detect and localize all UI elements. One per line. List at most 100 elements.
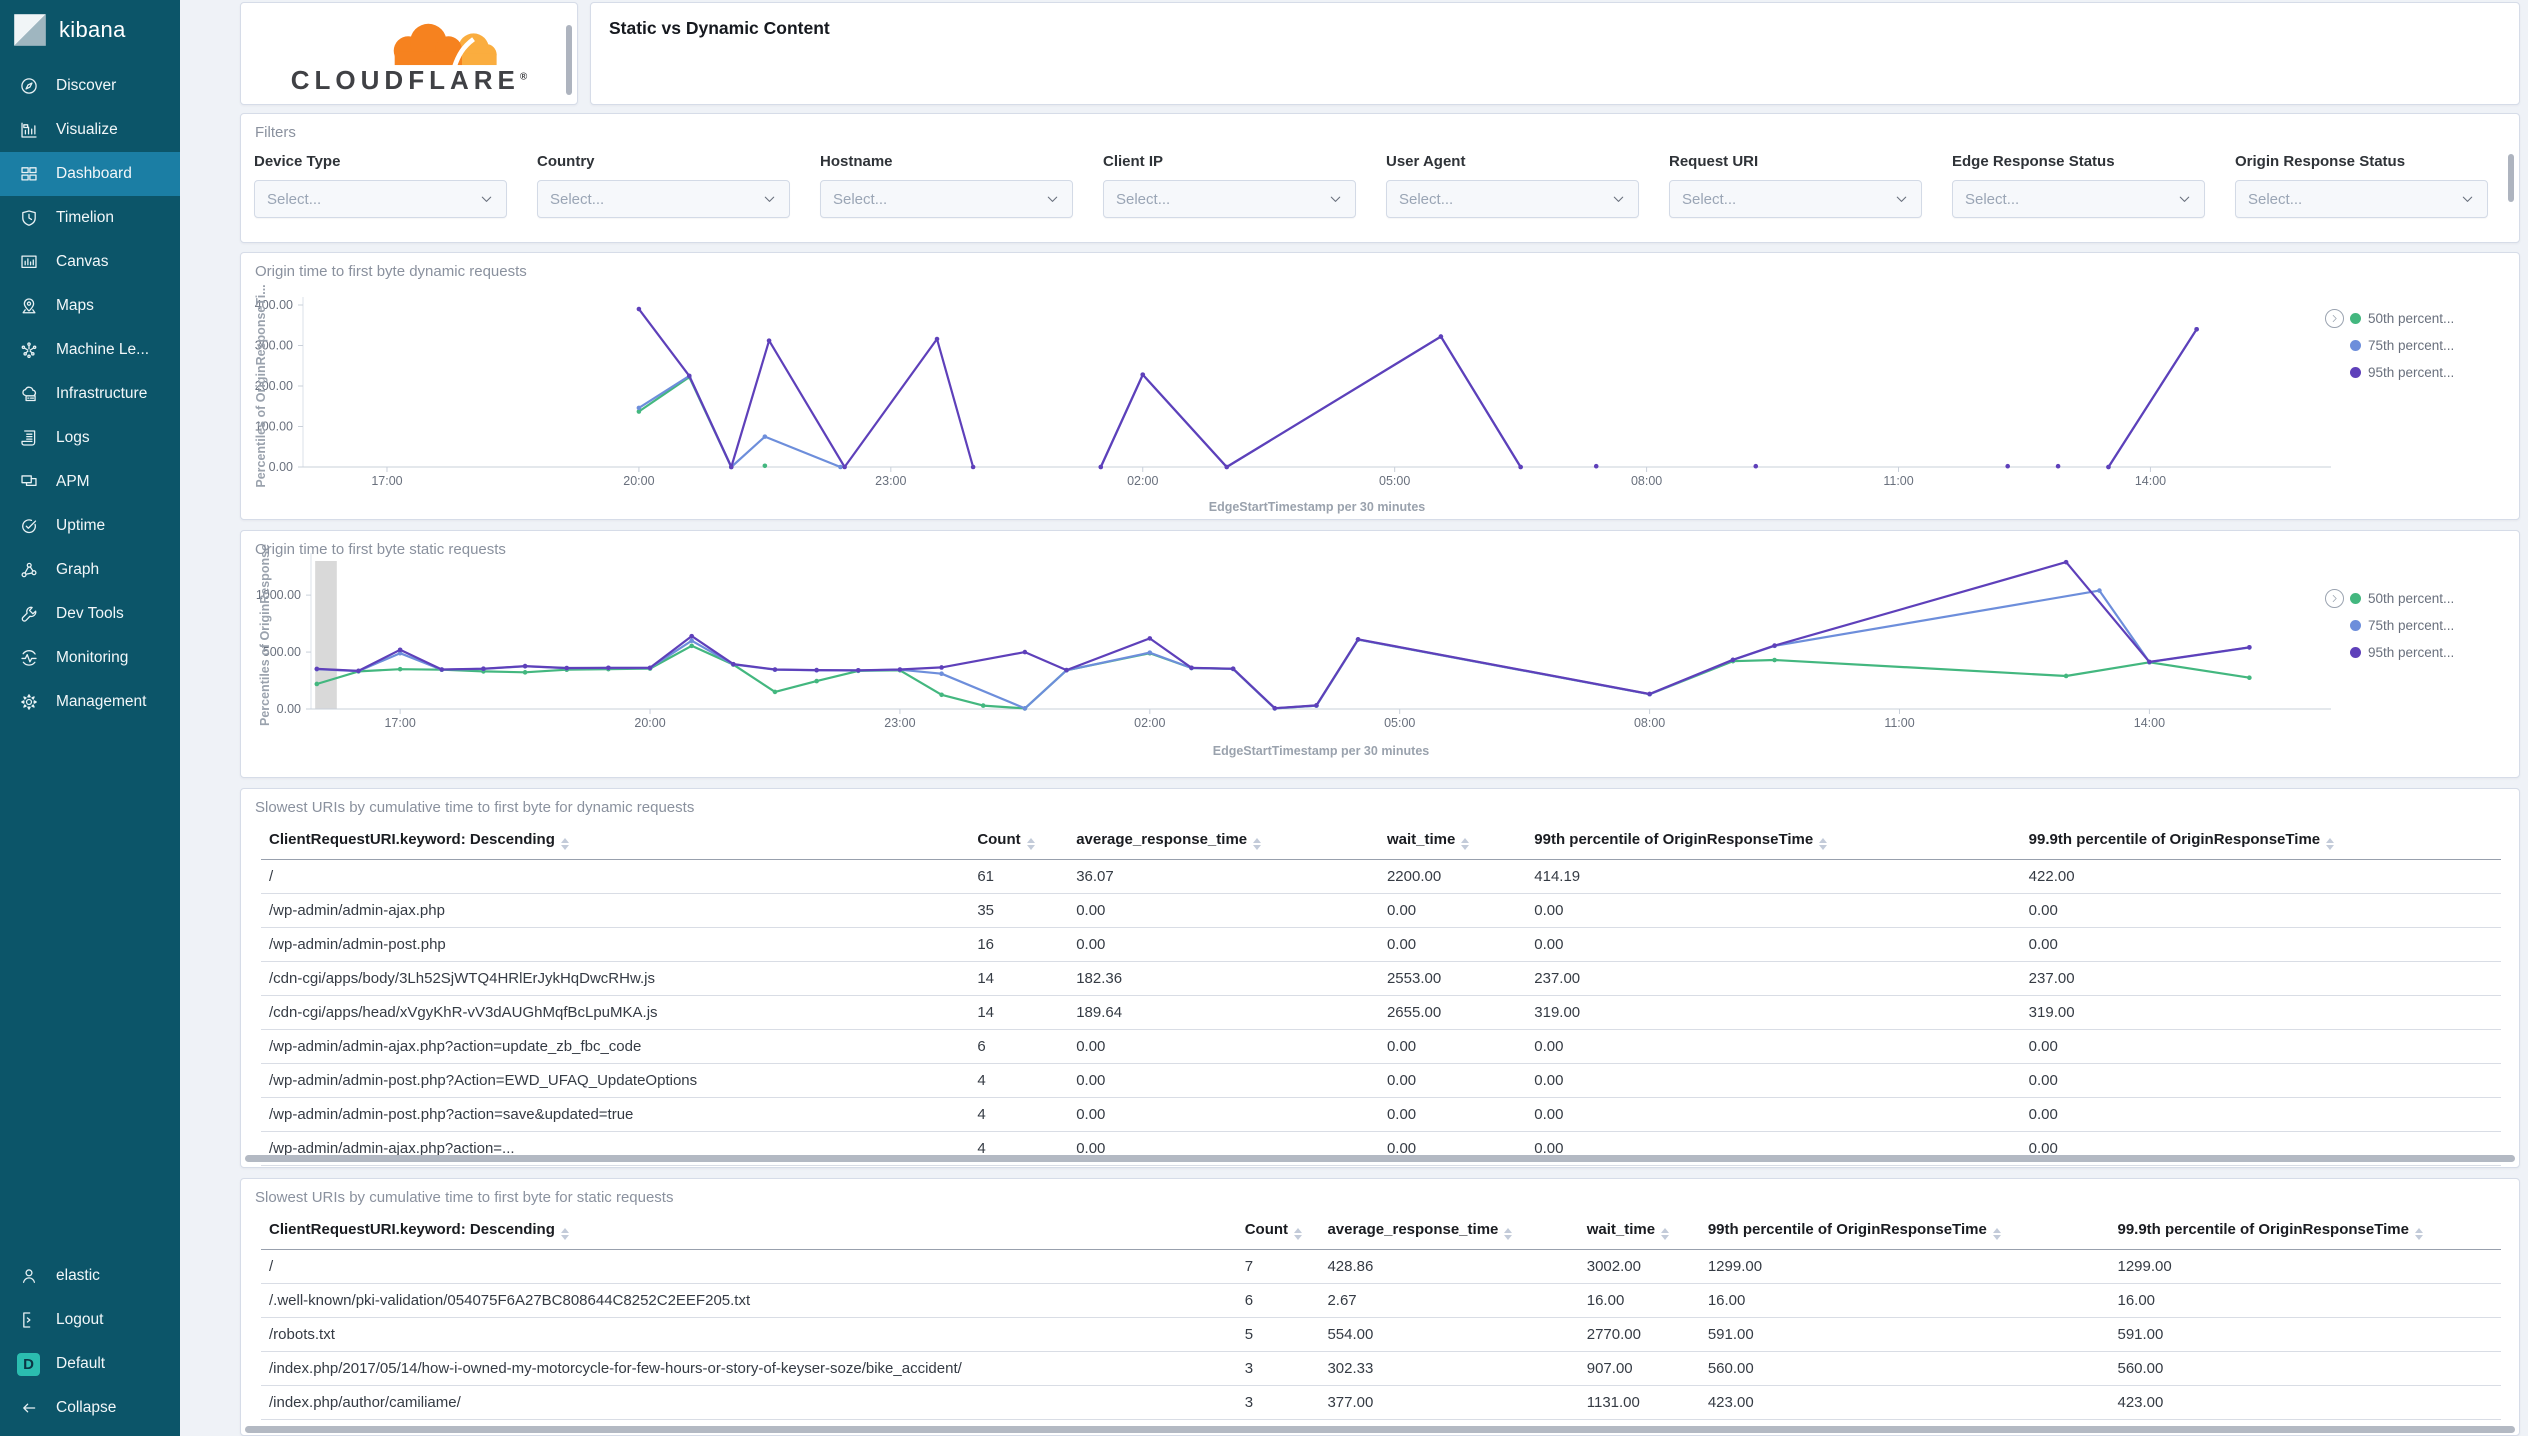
data-point [2063,673,2069,679]
request-uri-select[interactable]: Select... [1669,180,1922,218]
chevron-down-icon [479,192,494,207]
column-header-99th-percentile-of-originresponsetime[interactable]: 99th percentile of OriginResponseTime [1526,822,2021,860]
table-row: /7 428.86 3002.00 1299.00 1299.00 [261,1249,2501,1284]
sidebar-item-visualize[interactable]: Visualize [0,108,180,152]
hostname-select[interactable]: Select... [820,180,1073,218]
value-cell: 5 [1236,1317,1320,1352]
filter-origin-response-status: Origin Response Status Select... [2235,153,2488,218]
sidebar-item-apm[interactable]: APM [0,460,180,504]
value-cell: 423.00 [2109,1385,2501,1420]
x-tick-label: 05:00 [1384,716,1415,730]
data-point [772,667,778,672]
sidebar-item-logout[interactable]: Logout [0,1298,180,1342]
column-header-count[interactable]: Count [1236,1212,1320,1250]
column-header-99th-percentile-of-originresponsetime[interactable]: 99th percentile of OriginResponseTime [1699,1212,2110,1250]
column-header-clientrequesturi-keyword-descending[interactable]: ClientRequestURI.keyword: Descending [261,1212,1237,1250]
panel-slowest-uris-static: Slowest URIs by cumulative time to first… [240,1178,2520,1436]
table-horizontal-scrollbar[interactable] [245,1426,2515,1433]
legend-expand-icon[interactable] [2325,309,2344,328]
value-cell: 2655.00 [1378,995,1527,1030]
sidebar-item-label: elastic [56,1267,100,1284]
value-cell: 422.00 [2020,859,2501,894]
legend-item-95th-percentile[interactable]: 95th percent... [2350,643,2454,661]
sidebar-item-machine-le[interactable]: Machine Le... [0,328,180,372]
uri-cell: /wp-admin/admin-post.php?action=save&upd… [261,1097,970,1132]
sort-icon [1026,838,1035,850]
column-header-average-response-time[interactable]: average_response_time [1319,1212,1579,1250]
value-cell: 14 [969,995,1069,1030]
value-cell: 377.00 [1319,1385,1579,1420]
value-cell: 189.64 [1068,995,1379,1030]
sidebar-item-logs[interactable]: Logs [0,416,180,460]
series-line-95th-percentile [1099,335,1522,469]
column-header-label: 99.9th percentile of OriginResponseTime [2117,1221,2409,1238]
sort-icon [1819,838,1828,850]
country-select[interactable]: Select... [537,180,790,218]
table-row: /cdn-cgi/apps/head/xVgyKhR-vV3dAUGhMqfBc… [261,995,2501,1030]
table-row: /index.php/2017/05/14/how-i-owned-my-mot… [261,1351,2501,1386]
data-point [636,405,642,411]
line-chart-dynamic: 0.00100.00200.00300.00400.0017:00 20:00 23… [254,284,2331,514]
data-point [980,703,986,708]
column-header-99-9th-percentile-of-originresponsetime[interactable]: 99.9th percentile of OriginResponseTime [2020,822,2501,860]
value-cell: 428.86 [1319,1249,1579,1284]
sidebar-item-maps[interactable]: Maps [0,284,180,328]
sidebar-nav: Discover Visualize Dashboard Timelion Canvas… [0,64,180,724]
data-point [606,665,611,671]
sidebar-item-collapse[interactable]: Collapse [0,1386,180,1430]
sidebar-item-timelion[interactable]: Timelion [0,196,180,240]
table-header-row: ClientRequestURI.keyword: Descending Coun… [261,822,2501,860]
sidebar-item-management[interactable]: Management [0,680,180,724]
value-cell: 1299.00 [1699,1249,2110,1284]
sidebar-item-uptime[interactable]: Uptime [0,504,180,548]
column-header-wait-time[interactable]: wait_time [1378,822,1527,860]
column-header-clientrequesturi-keyword-descending[interactable]: ClientRequestURI.keyword: Descending [261,822,970,860]
legend-item-50th-percentile[interactable]: 50th percent... [2350,309,2454,327]
column-header-wait-time[interactable]: wait_time [1578,1212,1700,1250]
client-ip-select[interactable]: Select... [1103,180,1356,218]
sidebar-item-dev-tools[interactable]: Dev Tools [0,592,180,636]
visualize-icon [20,121,46,139]
sidebar-item-graph[interactable]: Graph [0,548,180,592]
value-cell: 237.00 [1526,961,2021,996]
maps-icon [20,297,46,315]
legend-item-50th-percentile[interactable]: 50th percent... [2350,589,2454,607]
legend-item-75th-percentile[interactable]: 75th percent... [2350,336,2454,354]
x-tick-label: 23:00 [884,716,915,730]
edge-response-status-select[interactable]: Select... [1952,180,2205,218]
sidebar-item-discover[interactable]: Discover [0,64,180,108]
filters-panel-scrollbar[interactable] [2508,154,2514,202]
uri-cell: /wp-admin/admin-post.php?Action=EWD_UFAQ… [261,1063,970,1098]
value-cell: 6 [969,1029,1069,1064]
sidebar-item-default[interactable]: D Default [0,1342,180,1386]
origin-response-status-select[interactable]: Select... [2235,180,2488,218]
kibana-logo[interactable]: kibana [0,0,180,64]
table-horizontal-scrollbar[interactable] [245,1155,2515,1162]
line-chart-static: 0.00500.001000.0017:00 20:00 23:00 02:00 05:… [256,544,2331,758]
sidebar-item-canvas[interactable]: Canvas [0,240,180,284]
data-point [314,681,320,687]
device-type-select[interactable]: Select... [254,180,507,218]
sidebar-item-label: Dev Tools [56,605,124,622]
column-header-99-9th-percentile-of-originresponsetime[interactable]: 99.9th percentile of OriginResponseTime [2109,1212,2501,1250]
legend-item-95th-percentile[interactable]: 95th percent... [2350,363,2454,381]
legend-items: 50th percent... 75th percent... 95th perce… [2350,309,2454,390]
filter-request-uri: Request URI Select... [1669,153,1922,218]
sort-icon [1661,1228,1670,1240]
sidebar-item-elastic[interactable]: elastic [0,1254,180,1298]
series-line-50th-percentile [637,375,733,469]
legend-item-75th-percentile[interactable]: 75th percent... [2350,616,2454,634]
sidebar-item-monitoring[interactable]: Monitoring [0,636,180,680]
column-header-count[interactable]: Count [969,822,1069,860]
value-cell: 0.00 [1068,927,1379,962]
sidebar-item-infrastructure[interactable]: Infrastructure [0,372,180,416]
data-point [970,464,976,470]
legend-expand-icon[interactable] [2325,589,2344,608]
data-point [2106,464,2111,470]
legend-color-dot [2350,592,2361,604]
chevron-down-icon [1045,192,1060,207]
user-agent-select[interactable]: Select... [1386,180,1639,218]
column-header-average-response-time[interactable]: average_response_time [1068,822,1379,860]
sidebar-item-dashboard[interactable]: Dashboard [0,152,180,196]
markdown-panel-scrollbar[interactable] [566,25,572,95]
